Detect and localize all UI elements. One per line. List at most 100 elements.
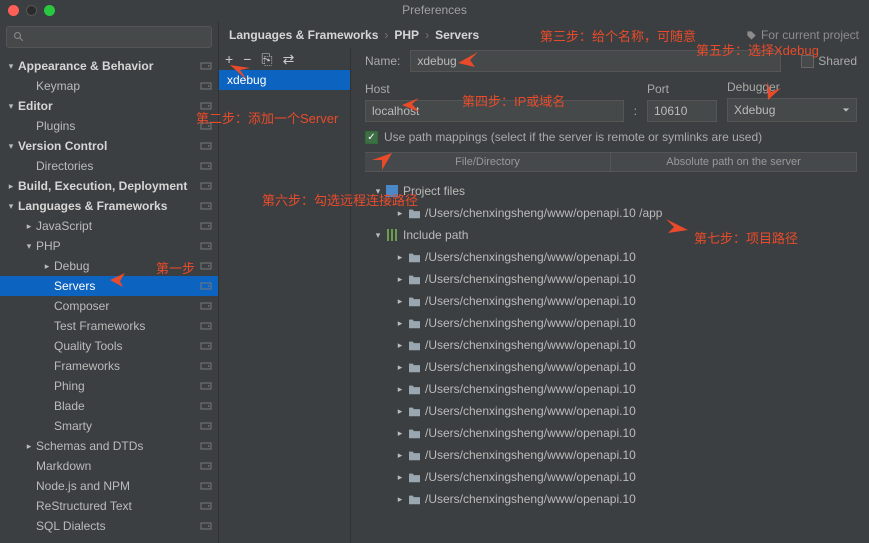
sidebar-item-phing[interactable]: Phing (0, 376, 218, 396)
combo-icon (200, 480, 212, 492)
sidebar-item-keymap[interactable]: Keymap (0, 76, 218, 96)
server-toolbar: + − ⎘ ⇄ (219, 48, 350, 70)
combo-icon (200, 280, 212, 292)
add-server-button[interactable]: + (225, 52, 233, 66)
sidebar-item-servers[interactable]: Servers (0, 276, 218, 296)
include-path-8[interactable]: ▸/Users/chenxingsheng/www/openapi.10 (365, 422, 857, 444)
combo-icon (200, 340, 212, 352)
zoom-icon[interactable] (44, 5, 55, 16)
combo-icon (200, 220, 212, 232)
server-item[interactable]: xdebug (219, 70, 350, 90)
port-input[interactable] (647, 100, 717, 122)
debugger-select[interactable]: Xdebug (727, 98, 857, 122)
sidebar-item-version-control[interactable]: ▾Version Control (0, 136, 218, 156)
combo-icon (200, 200, 212, 212)
combo-icon (200, 60, 212, 72)
debugger-label: Debugger (727, 80, 857, 94)
sidebar-item-node-js-and-npm[interactable]: Node.js and NPM (0, 476, 218, 496)
sidebar-item-editor[interactable]: ▾Editor (0, 96, 218, 116)
include-path-root[interactable]: ▾Include path (365, 224, 857, 246)
combo-icon (200, 260, 212, 272)
combo-icon (200, 500, 212, 512)
sidebar-item-build-execution-deployment[interactable]: ▸Build, Execution, Deployment (0, 176, 218, 196)
combo-icon (200, 520, 212, 532)
sidebar-item-markdown[interactable]: Markdown (0, 456, 218, 476)
sidebar-item-smarty[interactable]: Smarty (0, 416, 218, 436)
search-icon (13, 31, 25, 43)
crumb-php[interactable]: PHP (394, 28, 419, 42)
include-path-10[interactable]: ▸/Users/chenxingsheng/www/openapi.10 (365, 466, 857, 488)
tag-icon (746, 30, 757, 41)
sidebar-item-frameworks[interactable]: Frameworks (0, 356, 218, 376)
include-path-6[interactable]: ▸/Users/chenxingsheng/www/openapi.10 (365, 378, 857, 400)
col-absolute-path: Absolute path on the server (611, 153, 857, 171)
include-path-1[interactable]: ▸/Users/chenxingsheng/www/openapi.10 (365, 268, 857, 290)
window-title: Preferences (402, 3, 467, 17)
sidebar-item-plugins[interactable]: Plugins (0, 116, 218, 136)
name-input[interactable] (410, 50, 781, 72)
sidebar-item-appearance-behavior[interactable]: ▾Appearance & Behavior (0, 56, 218, 76)
server-list[interactable]: xdebug (219, 70, 350, 543)
combo-icon (200, 240, 212, 252)
sidebar-item-composer[interactable]: Composer (0, 296, 218, 316)
sidebar-item-blade[interactable]: Blade (0, 396, 218, 416)
host-input[interactable] (365, 100, 624, 122)
combo-icon (200, 460, 212, 472)
crumb-frameworks[interactable]: Languages & Frameworks (229, 28, 378, 42)
settings-sidebar: ▾Appearance & BehaviorKeymap▾EditorPlugi… (0, 22, 219, 543)
project-app-folder[interactable]: ▸/Users/chenxingsheng/www/openapi.10 /ap… (365, 202, 857, 224)
include-path-9[interactable]: ▸/Users/chenxingsheng/www/openapi.10 (365, 444, 857, 466)
sidebar-item-javascript[interactable]: ▸JavaScript (0, 216, 218, 236)
sidebar-item-directories[interactable]: Directories (0, 156, 218, 176)
server-list-panel: + − ⎘ ⇄ xdebug (219, 48, 351, 543)
include-path-7[interactable]: ▸/Users/chenxingsheng/www/openapi.10 (365, 400, 857, 422)
include-path-4[interactable]: ▸/Users/chenxingsheng/www/openapi.10 (365, 334, 857, 356)
include-path-2[interactable]: ▸/Users/chenxingsheng/www/openapi.10 (365, 290, 857, 312)
paste-server-button[interactable]: ⇄ (283, 52, 295, 66)
combo-icon (200, 320, 212, 332)
sidebar-item-test-frameworks[interactable]: Test Frameworks (0, 316, 218, 336)
sidebar-item-sql-dialects[interactable]: SQL Dialects (0, 516, 218, 536)
combo-icon (200, 140, 212, 152)
combo-icon (200, 420, 212, 432)
col-file-directory: File/Directory (365, 153, 611, 171)
current-project-badge: For current project (746, 28, 859, 42)
name-label: Name: (365, 54, 400, 68)
sidebar-item-restructured-text[interactable]: ReStructured Text (0, 496, 218, 516)
shared-checkbox[interactable]: Shared (801, 54, 857, 68)
settings-content: Languages & Frameworks › PHP › Servers F… (219, 22, 869, 543)
sidebar-item-php[interactable]: ▾PHP (0, 236, 218, 256)
settings-tree[interactable]: ▾Appearance & BehaviorKeymap▾EditorPlugi… (0, 54, 218, 543)
remove-server-button[interactable]: − (243, 52, 251, 66)
minimize-icon[interactable] (26, 5, 37, 16)
combo-icon (200, 380, 212, 392)
sidebar-item-schemas-and-dtds[interactable]: ▸Schemas and DTDs (0, 436, 218, 456)
combo-icon (200, 360, 212, 372)
include-path-3[interactable]: ▸/Users/chenxingsheng/www/openapi.10 (365, 312, 857, 334)
host-label: Host (365, 82, 624, 96)
sidebar-item-debug[interactable]: ▸Debug (0, 256, 218, 276)
combo-icon (200, 120, 212, 132)
combo-icon (200, 300, 212, 312)
window-controls[interactable] (8, 5, 55, 16)
mappings-table-header: File/Directory Absolute path on the serv… (365, 152, 857, 172)
copy-server-button[interactable]: ⎘ (261, 52, 272, 66)
include-path-11[interactable]: ▸/Users/chenxingsheng/www/openapi.10 (365, 488, 857, 510)
mappings-file-tree[interactable]: ▾Project files▸/Users/chenxingsheng/www/… (365, 180, 857, 543)
include-path-0[interactable]: ▸/Users/chenxingsheng/www/openapi.10 (365, 246, 857, 268)
combo-icon (200, 100, 212, 112)
crumb-servers[interactable]: Servers (435, 28, 479, 42)
close-icon[interactable] (8, 5, 19, 16)
include-path-5[interactable]: ▸/Users/chenxingsheng/www/openapi.10 (365, 356, 857, 378)
search-input[interactable] (6, 26, 212, 48)
combo-icon (200, 160, 212, 172)
breadcrumb: Languages & Frameworks › PHP › Servers F… (219, 22, 869, 48)
sidebar-item-languages-frameworks[interactable]: ▾Languages & Frameworks (0, 196, 218, 216)
combo-icon (200, 440, 212, 452)
project-files-root[interactable]: ▾Project files (365, 180, 857, 202)
combo-icon (200, 80, 212, 92)
port-label: Port (647, 82, 717, 96)
use-path-mappings-checkbox[interactable]: ✓ Use path mappings (select if the serve… (365, 130, 857, 144)
sidebar-item-quality-tools[interactable]: Quality Tools (0, 336, 218, 356)
chevron-down-icon (842, 106, 850, 114)
